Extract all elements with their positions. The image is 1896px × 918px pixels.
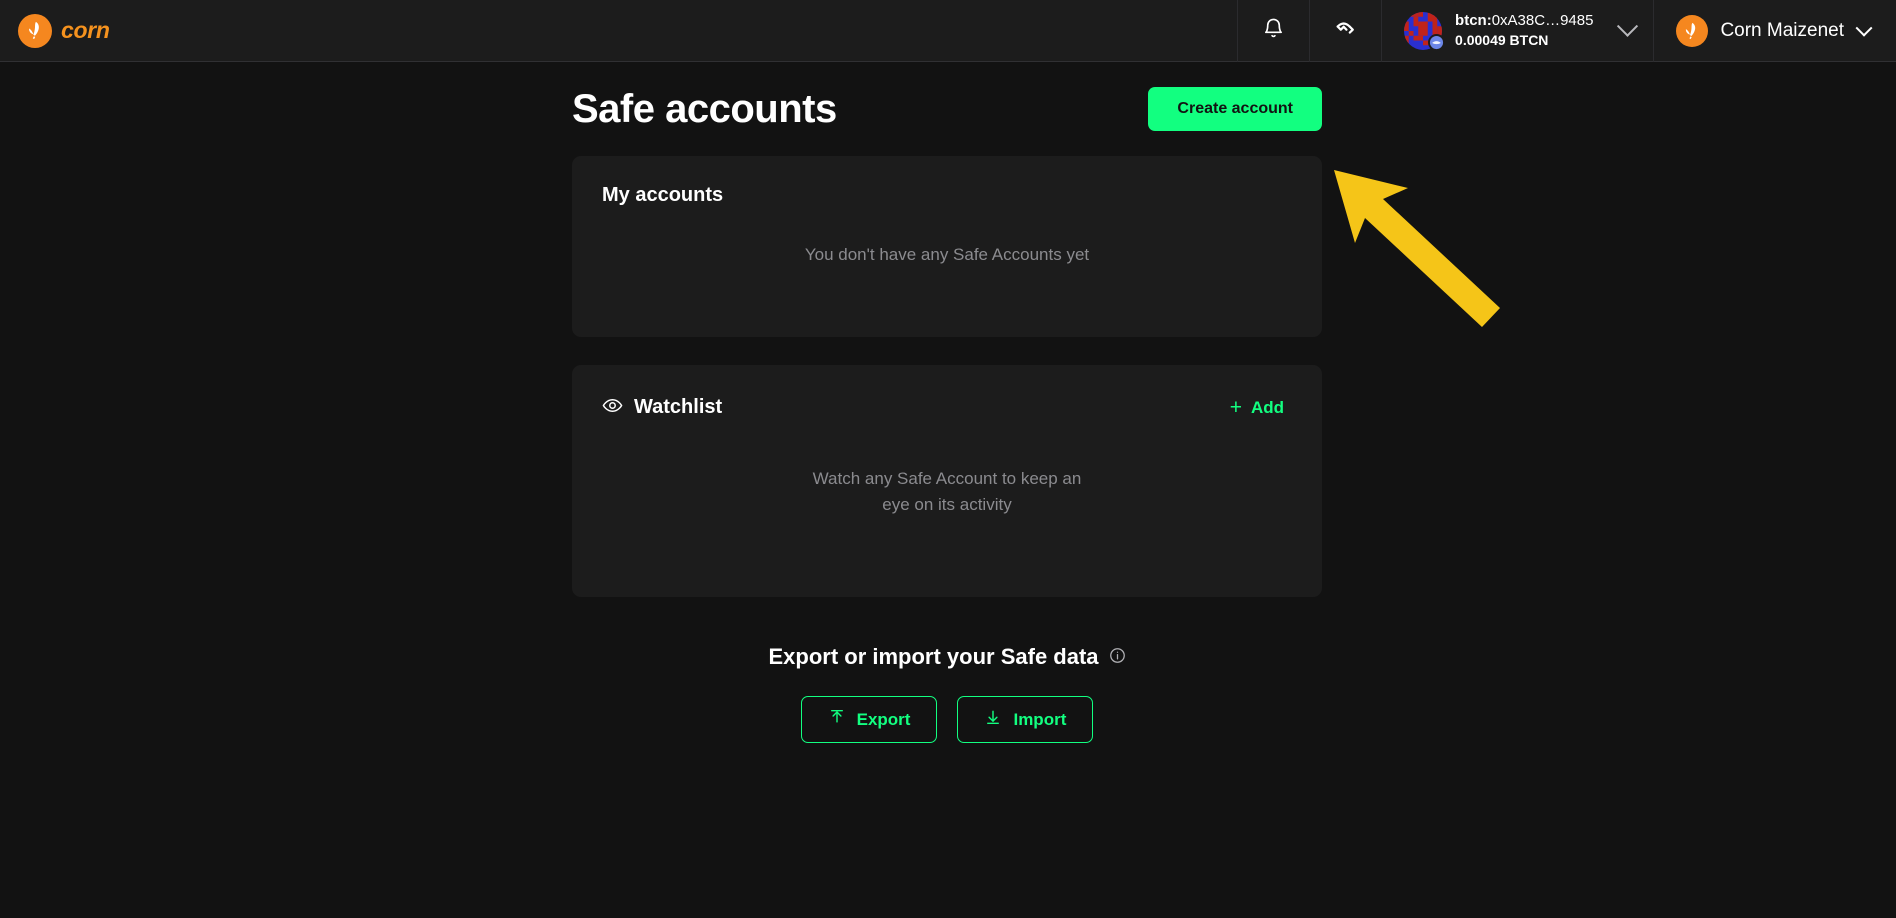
chevron-down-icon [1855,19,1873,37]
watchlist-card: Watchlist + Add Watch any Safe Account t… [572,365,1322,597]
arrow-up-tray-icon [828,708,846,731]
logo-wordmark: corn [61,17,110,43]
avatar [1404,11,1446,51]
bell-icon [1262,17,1285,45]
app-logo[interactable]: corn [0,13,110,48]
my-accounts-title: My accounts [602,184,724,206]
create-account-button[interactable]: Create account [1148,87,1322,131]
watchlist-empty-message: Watch any Safe Account to keep an eye on… [812,469,1082,515]
import-label: Import [1013,709,1067,729]
import-button[interactable]: Import [957,696,1094,743]
wallet-account-button[interactable]: btcn:0xA38C…9485 0.00049 BTCN [1381,0,1653,62]
watchlist-title: Watchlist [634,396,723,418]
app-header: corn btcn:0xA38C…9485 0.00049 BTCN Corn … [0,0,1896,62]
export-label: Export [856,709,911,729]
walletconnect-icon [1333,15,1359,46]
watchlist-add-label: Add [1250,397,1284,417]
watchlist-empty-body: Watch any Safe Account to keep an eye on… [572,422,1322,519]
arrow-down-tray-icon [984,708,1002,731]
export-import-title-group: Export or import your Safe data [768,644,1125,670]
chain-badge-icon [1428,33,1446,51]
my-accounts-title-group: My accounts [602,184,723,207]
export-import-section: Export or import your Safe data Export I… [572,644,1322,743]
main-content: Safe accounts Create account My accounts… [0,62,1896,918]
watchlist-title-group: Watchlist [602,395,722,421]
watchlist-header: Watchlist + Add [572,365,1322,422]
notifications-button[interactable] [1237,0,1309,62]
eye-icon [602,395,623,421]
export-button[interactable]: Export [800,696,938,743]
page-header-row: Safe accounts Create account [572,62,1322,156]
walletconnect-button[interactable] [1309,0,1381,62]
watchlist-add-button[interactable]: + Add [1222,393,1292,422]
plus-icon: + [1229,396,1242,419]
corn-cob-icon [1676,14,1709,47]
export-import-buttons: Export Import [572,696,1322,743]
my-accounts-header: My accounts [572,156,1322,207]
content-column: Safe accounts Create account My accounts… [572,62,1322,743]
wallet-balance: 0.00049 BTCN [1455,31,1549,48]
corn-cob-icon [18,13,52,48]
network-selector[interactable]: Corn Maizenet [1653,0,1896,62]
wallet-address: btcn:0xA38C…9485 [1455,11,1594,29]
wallet-text: btcn:0xA38C…9485 0.00049 BTCN [1455,11,1593,51]
my-accounts-card: My accounts You don't have any Safe Acco… [572,156,1322,337]
chevron-down-icon [1617,15,1639,37]
my-accounts-empty-message: You don't have any Safe Accounts yet [804,245,1090,264]
info-circle-icon[interactable] [1109,644,1126,670]
network-label: Corn Maizenet [1720,19,1844,41]
page-title: Safe accounts [572,86,837,131]
export-import-title: Export or import your Safe data [768,644,1099,669]
